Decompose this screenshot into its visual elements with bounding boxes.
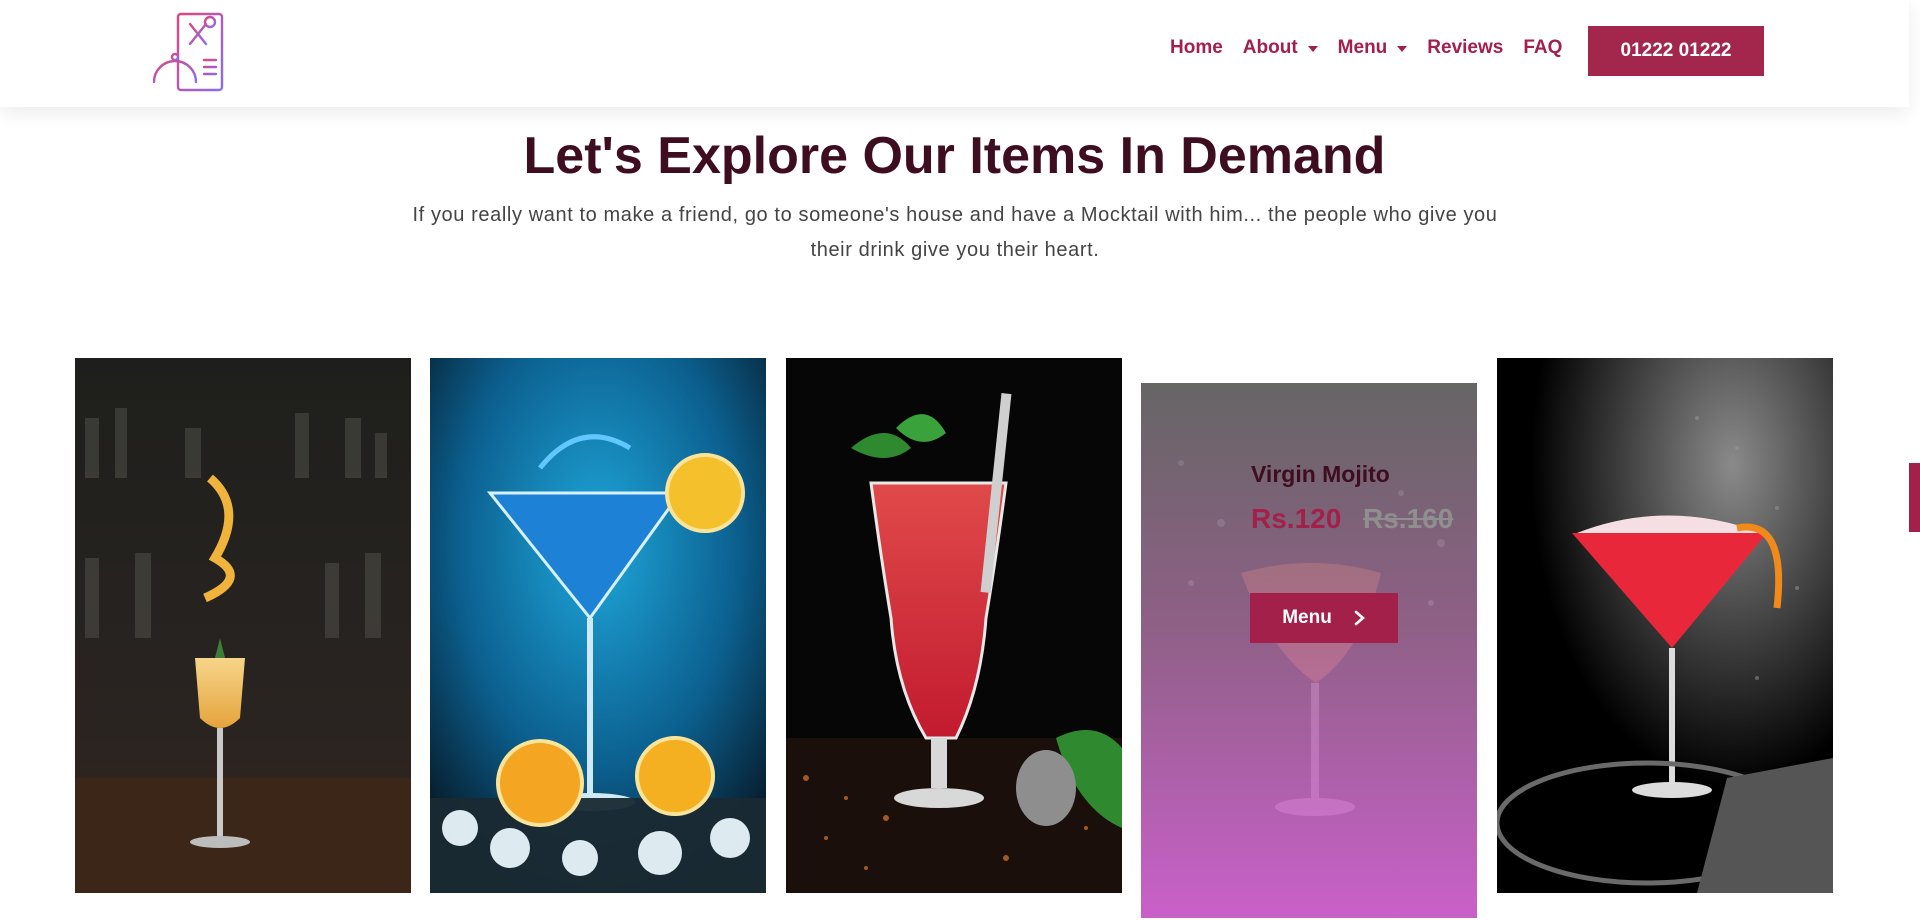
nav-reviews-label: Reviews	[1427, 37, 1504, 58]
side-feedback-tab[interactable]	[1909, 463, 1920, 532]
product-old-price: Rs.160	[1363, 503, 1454, 534]
site-header: Home About Menu Reviews FAQ 01222 01222	[0, 0, 1909, 107]
chevron-right-icon	[1354, 610, 1366, 626]
section-subtitle: If you really want to make a friend, go …	[412, 204, 1498, 261]
restaurant-menu-icon[interactable]	[146, 10, 230, 94]
nav-about-label: About	[1242, 37, 1298, 58]
blue-martini-image	[430, 358, 766, 893]
nav-reviews[interactable]: Reviews	[1427, 37, 1503, 59]
nav-about[interactable]: About	[1243, 37, 1318, 59]
menu-button-label: Menu	[1282, 607, 1332, 628]
nav-menu-label: Menu	[1337, 37, 1388, 58]
product-name: Virgin Mojito	[1251, 461, 1390, 487]
nav-faq[interactable]: FAQ	[1523, 37, 1562, 59]
product-card-5[interactable]	[1497, 358, 1833, 893]
phone-button[interactable]: 01222 01222	[1588, 26, 1764, 76]
product-price: Rs.120	[1251, 503, 1342, 534]
nav-home-label: Home	[1170, 37, 1223, 58]
nav-home[interactable]: Home	[1170, 37, 1223, 59]
red-frozen-cocktail-image	[1497, 358, 1833, 893]
product-card-3[interactable]	[786, 358, 1122, 893]
red-hurricane-cocktail-image	[786, 358, 1122, 893]
garnished-cocktail-bar-image	[75, 358, 411, 893]
nav-menu[interactable]: Menu	[1338, 37, 1408, 59]
chevron-down-icon	[1397, 46, 1408, 52]
chevron-down-icon	[1307, 46, 1318, 52]
product-card-2[interactable]	[430, 358, 766, 893]
card-hover-overlay: Virgin Mojito Rs.120 Rs.160 Menu	[1141, 383, 1477, 918]
section-title: Let's Explore Our Items In Demand	[523, 127, 1386, 185]
product-card-4[interactable]: Virgin Mojito Rs.120 Rs.160 Menu	[1141, 383, 1477, 918]
product-card-1[interactable]	[75, 358, 411, 893]
main-nav: Home About Menu Reviews FAQ	[1170, 37, 1582, 59]
nav-faq-label: FAQ	[1523, 37, 1563, 58]
menu-button[interactable]: Menu	[1250, 593, 1398, 643]
